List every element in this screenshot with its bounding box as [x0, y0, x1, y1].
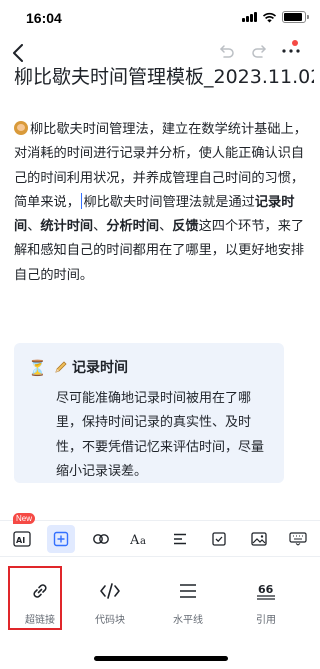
bold-analyze-time: 分析时间: [106, 219, 160, 235]
insert-block-icon[interactable]: [47, 524, 76, 553]
panel-item-label: 引用: [256, 615, 276, 626]
woman-emoji-icon: [14, 121, 28, 135]
battery-icon: [282, 11, 309, 23]
panel-item-label: 水平线: [173, 615, 203, 626]
quote-icon: 66: [254, 579, 278, 603]
image-icon[interactable]: [245, 525, 273, 553]
panel-item-label: 代码块: [95, 615, 125, 626]
panel-item-quote[interactable]: 66 引用: [236, 565, 296, 627]
redo-icon[interactable]: [250, 42, 268, 60]
body-text-part-2: 柳比歇夫时间管理法就是通过: [83, 194, 255, 210]
keyboard-hide-icon[interactable]: [284, 525, 312, 553]
svg-text:a: a: [140, 536, 146, 546]
bold-stat-time: 统计时间: [40, 219, 94, 235]
wifi-icon: [262, 12, 277, 22]
separator: 、: [27, 219, 41, 235]
checkbox-icon[interactable]: [205, 525, 233, 553]
svg-text:AI: AI: [16, 536, 25, 545]
new-badge: New: [13, 512, 36, 524]
callout-text: 尽可能准确地记录时间被用在了哪里，保持时间记录的真实性、及时性，不要凭借记忆来评…: [56, 391, 265, 479]
highlight-box: [8, 566, 62, 630]
align-icon[interactable]: [166, 525, 194, 553]
separator: 、: [93, 219, 107, 235]
svg-text:A: A: [130, 533, 140, 546]
document-title[interactable]: 柳比歇夫时间管理模板_2023.11.02: [14, 62, 314, 88]
nav-actions: [218, 42, 300, 60]
callout-block[interactable]: ⏳ 记录时间 尽可能准确地记录时间被用在了哪里，保持时间记录的真实性、及时性，不…: [14, 343, 284, 483]
undo-icon[interactable]: [218, 42, 236, 60]
separator: 、: [159, 219, 173, 235]
callout-title: 记录时间: [72, 360, 128, 376]
notification-dot: [292, 40, 298, 46]
callout-heading: 记录时间: [54, 357, 128, 377]
status-time: 16:04: [26, 10, 62, 26]
status-icons: [242, 11, 309, 23]
home-indicator: [94, 656, 228, 661]
panel-item-code-block[interactable]: 代码块: [80, 565, 140, 627]
status-bar: 16:04: [0, 0, 320, 36]
horizontal-rule-icon: [176, 579, 200, 603]
hourglass-icon[interactable]: ⏳: [28, 359, 47, 377]
panel-item-horizontal-rule[interactable]: 水平线: [158, 565, 218, 627]
document-body[interactable]: 柳比歇夫时间管理法，建立在数学统计基础上，对消耗的时间进行记录并分析，使人能正确…: [14, 118, 310, 288]
code-icon: [98, 579, 122, 603]
cellular-signal-icon: [242, 12, 257, 22]
bold-feedback: 反馈: [172, 219, 199, 235]
svg-text:66: 66: [258, 583, 274, 596]
ai-icon[interactable]: New AI: [8, 512, 36, 553]
text-style-icon[interactable]: Aa: [126, 525, 154, 553]
chevron-left-icon[interactable]: [8, 42, 28, 64]
link-chain-icon[interactable]: [87, 525, 115, 553]
format-toolbar: New AI Aa: [0, 512, 320, 556]
pencil-icon: [55, 361, 67, 373]
